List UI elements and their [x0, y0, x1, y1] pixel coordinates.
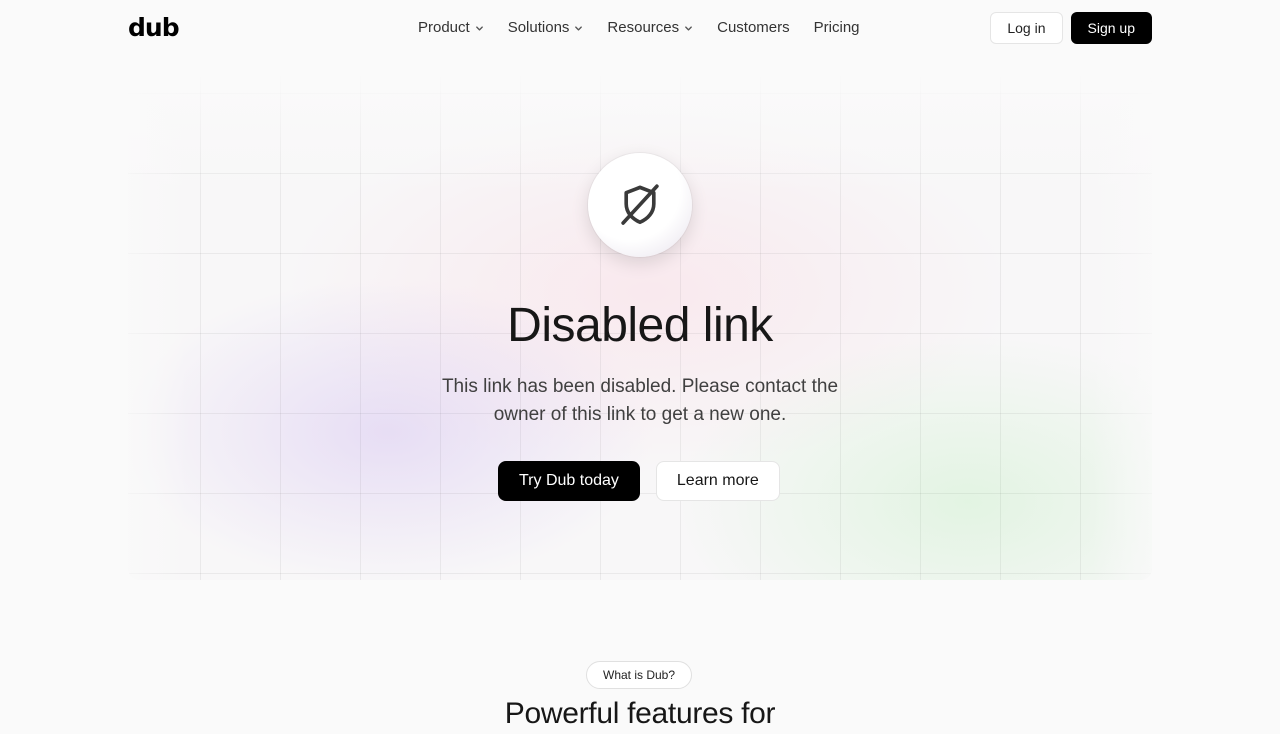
shield-off-icon	[621, 184, 659, 225]
chevron-down-icon	[475, 25, 483, 31]
menu-item-solutions[interactable]: Solutions	[508, 18, 584, 38]
page-title: Disabled link	[507, 299, 773, 352]
menu-item-resources[interactable]: Resources	[607, 18, 693, 38]
top-navigation: dub Product Solutions Resources Customer…	[0, 0, 1280, 56]
menu-item-label: Product	[418, 19, 470, 36]
cta-row: Try Dub today Learn more	[498, 461, 780, 501]
disabled-badge	[588, 153, 692, 257]
menu-item-pricing[interactable]: Pricing	[814, 18, 860, 38]
main-menu: Product Solutions Resources Customers Pr…	[418, 18, 860, 38]
menu-item-label: Pricing	[813, 19, 860, 36]
try-dub-button[interactable]: Try Dub today	[498, 461, 640, 501]
chevron-down-icon	[685, 25, 692, 31]
signup-button[interactable]: Sign up	[1070, 12, 1152, 44]
learn-more-button[interactable]: Learn more	[655, 461, 780, 501]
page-subtitle: This link has been disabled. Please cont…	[441, 376, 839, 425]
menu-item-label: Solutions	[507, 19, 570, 36]
chevron-down-icon	[575, 25, 583, 31]
hero-panel: Disabled link This link has been disable…	[128, 72, 1152, 580]
section-title: Powerful features for	[504, 697, 776, 730]
dub-logo[interactable]: dub	[128, 14, 180, 42]
menu-item-product[interactable]: Product	[418, 18, 484, 38]
auth-buttons: Log in Sign up	[990, 12, 1152, 44]
menu-item-label: Customers	[717, 19, 790, 36]
section-pill[interactable]: What is Dub?	[586, 661, 693, 689]
menu-item-label: Resources	[607, 19, 680, 36]
menu-item-customers[interactable]: Customers	[717, 18, 790, 38]
login-button[interactable]: Log in	[990, 12, 1063, 44]
